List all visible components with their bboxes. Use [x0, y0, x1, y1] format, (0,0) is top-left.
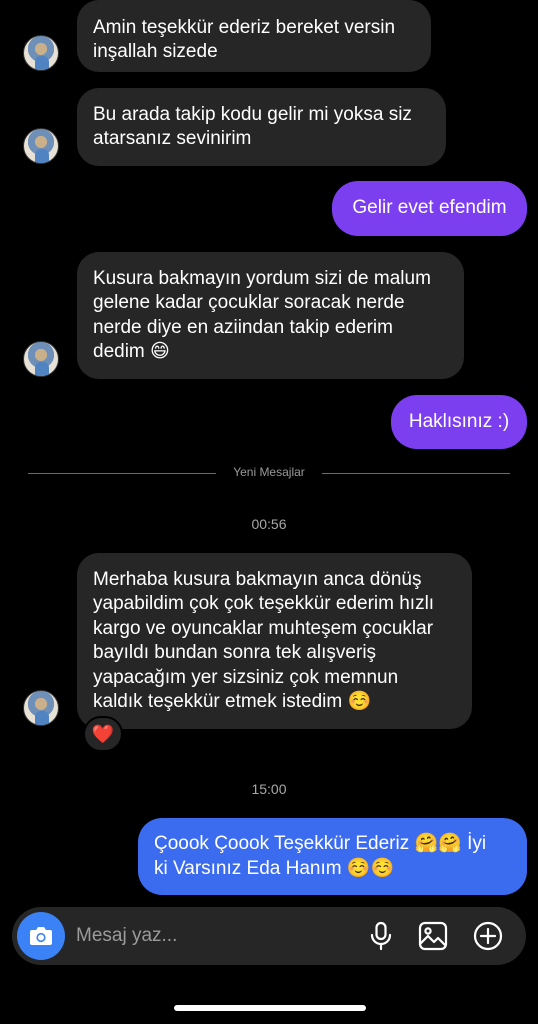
more-button[interactable]	[472, 920, 504, 952]
avatar[interactable]	[23, 341, 59, 377]
message-bubble-outgoing[interactable]: Çoook Çoook Teşekkür Ederiz 🤗🤗 İyi ki Va…	[138, 818, 527, 895]
avatar[interactable]	[23, 35, 59, 71]
microphone-icon	[370, 921, 392, 951]
camera-button[interactable]	[17, 912, 65, 960]
gallery-button[interactable]	[417, 920, 449, 952]
home-indicator[interactable]	[174, 1005, 366, 1011]
avatar[interactable]	[23, 690, 59, 726]
timestamp: 15:00	[251, 781, 287, 797]
message-bubble-incoming[interactable]: Bu arada takip kodu gelir mi yoksa siz a…	[77, 88, 446, 166]
message-bubble-incoming[interactable]: Merhaba kusura bakmayın anca dönüş yapab…	[77, 553, 472, 729]
divider-line-right	[322, 473, 510, 474]
message-bubble-incoming[interactable]: Kusura bakmayın yordum sizi de malum gel…	[77, 252, 464, 379]
message-input[interactable]	[76, 922, 326, 950]
message-bubble-outgoing[interactable]: Haklısınız :)	[391, 395, 527, 449]
message-bubble-incoming[interactable]: Amin teşekkür ederiz bereket versin inşa…	[77, 0, 431, 72]
avatar[interactable]	[23, 128, 59, 164]
timestamp: 00:56	[251, 516, 287, 532]
plus-circle-icon	[473, 921, 503, 951]
new-messages-divider: Yeni Mesajlar	[233, 465, 305, 479]
message-composer	[12, 907, 526, 965]
heart-reaction[interactable]: ❤️	[83, 716, 123, 752]
camera-icon	[30, 927, 52, 945]
microphone-button[interactable]	[365, 920, 397, 952]
message-bubble-outgoing[interactable]: Gelir evet efendim	[332, 181, 527, 236]
image-icon	[418, 921, 448, 951]
